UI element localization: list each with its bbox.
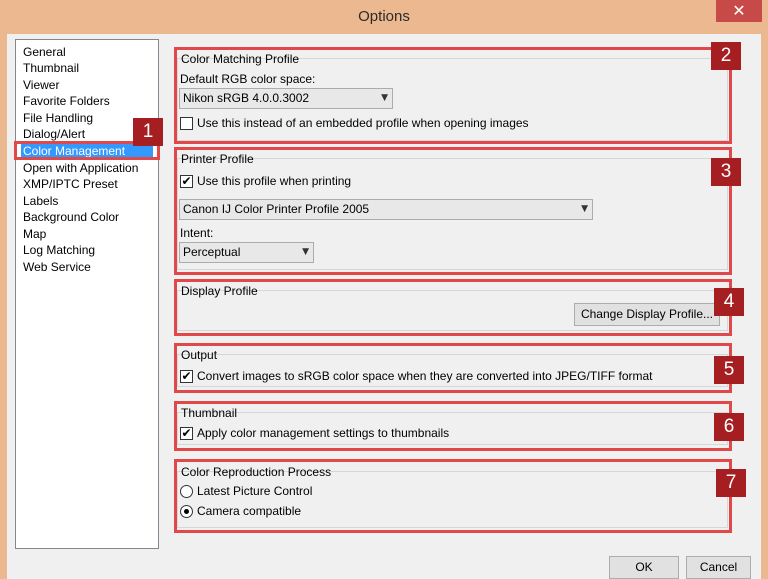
close-button[interactable]: ✕ bbox=[716, 0, 762, 22]
title-bar: Options ✕ bbox=[0, 0, 768, 34]
callout-badge-2: 2 bbox=[711, 42, 741, 70]
nav-item-background-color[interactable]: Background Color bbox=[21, 209, 121, 225]
highlight-box-5 bbox=[174, 343, 732, 393]
nav-item-general[interactable]: General bbox=[21, 44, 68, 60]
nav-item-log-matching[interactable]: Log Matching bbox=[21, 242, 97, 258]
category-list[interactable]: General Thumbnail Viewer Favorite Folder… bbox=[15, 39, 159, 549]
highlight-box-3 bbox=[174, 147, 732, 275]
nav-item-viewer[interactable]: Viewer bbox=[21, 77, 61, 93]
callout-badge-5: 5 bbox=[714, 356, 744, 384]
nav-item-favorite-folders[interactable]: Favorite Folders bbox=[21, 93, 112, 109]
nav-item-map[interactable]: Map bbox=[21, 226, 48, 242]
nav-item-dialog-alert[interactable]: Dialog/Alert bbox=[21, 126, 87, 142]
window-title: Options bbox=[358, 8, 410, 25]
callout-badge-7: 7 bbox=[716, 469, 746, 497]
highlight-box-4 bbox=[174, 279, 732, 336]
nav-item-xmp-iptc-preset[interactable]: XMP/IPTC Preset bbox=[21, 176, 120, 192]
callout-badge-3: 3 bbox=[711, 158, 741, 186]
nav-item-file-handling[interactable]: File Handling bbox=[21, 110, 95, 126]
highlight-box-7 bbox=[174, 459, 732, 533]
nav-item-thumbnail[interactable]: Thumbnail bbox=[21, 60, 81, 76]
callout-badge-6: 6 bbox=[714, 413, 744, 441]
nav-item-labels[interactable]: Labels bbox=[21, 193, 60, 209]
highlight-box-6 bbox=[174, 401, 732, 451]
callout-badge-4: 4 bbox=[714, 288, 744, 316]
nav-item-web-service[interactable]: Web Service bbox=[21, 259, 93, 275]
cancel-button[interactable]: Cancel bbox=[686, 556, 751, 579]
highlight-box-2 bbox=[174, 47, 732, 144]
dialog-client-area: General Thumbnail Viewer Favorite Folder… bbox=[7, 34, 761, 579]
callout-badge-1: 1 bbox=[133, 118, 163, 146]
options-dialog: Options ✕ General Thumbnail Viewer Favor… bbox=[0, 0, 768, 579]
nav-item-open-with-application[interactable]: Open with Application bbox=[21, 160, 140, 176]
ok-button[interactable]: OK bbox=[609, 556, 679, 579]
